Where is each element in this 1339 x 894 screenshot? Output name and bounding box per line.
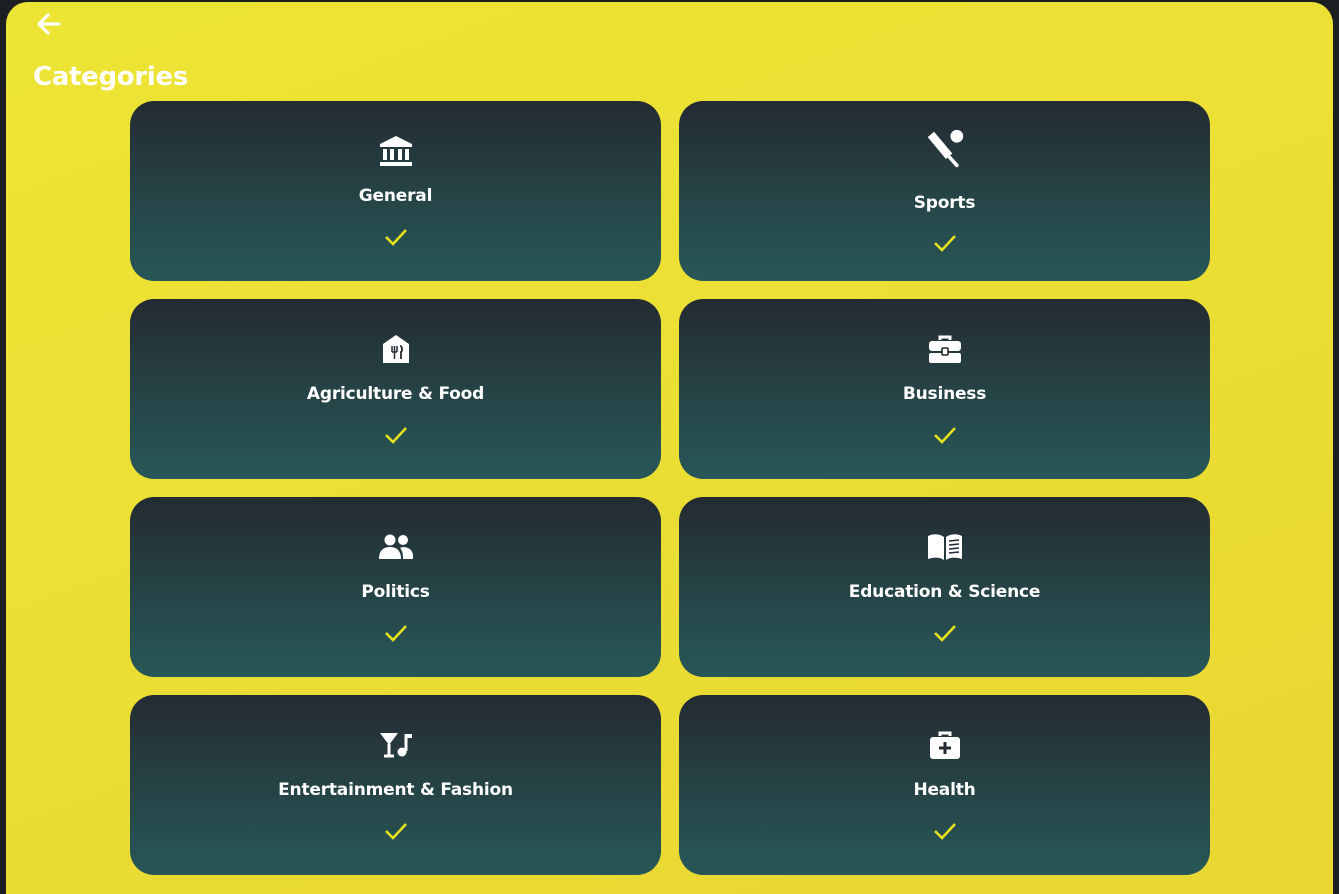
check-icon <box>384 823 407 840</box>
categories-screen: Categories General Sports Agriculture & … <box>6 2 1333 894</box>
check-icon <box>384 229 407 246</box>
category-card-business[interactable]: Business <box>679 299 1210 479</box>
check-icon <box>384 625 407 642</box>
back-button[interactable] <box>32 10 64 38</box>
check-icon <box>933 427 956 444</box>
category-label: Business <box>902 384 987 404</box>
category-card-entertainment-fashion[interactable]: Entertainment & Fashion <box>130 695 661 875</box>
people-icon <box>376 527 416 567</box>
category-card-sports[interactable]: Sports <box>679 101 1210 281</box>
cricket-icon <box>925 129 965 169</box>
check-icon <box>933 823 956 840</box>
category-grid: General Sports Agriculture & Food Busine… <box>130 101 1210 875</box>
cocktail-music-icon <box>376 725 416 765</box>
book-icon <box>925 527 965 567</box>
category-label: Health <box>913 780 976 800</box>
category-label: General <box>358 186 433 206</box>
check-icon <box>933 625 956 642</box>
arrow-left-icon <box>37 13 61 35</box>
check-icon <box>384 427 407 444</box>
page-title: Categories <box>33 62 189 92</box>
check-icon <box>933 235 956 252</box>
category-label: Education & Science <box>848 582 1041 602</box>
category-label: Sports <box>913 193 976 213</box>
food-house-icon <box>376 329 416 369</box>
medical-kit-icon <box>925 725 965 765</box>
category-label: Entertainment & Fashion <box>278 780 513 800</box>
category-card-education-science[interactable]: Education & Science <box>679 497 1210 677</box>
bank-icon <box>376 131 416 171</box>
category-label: Politics <box>361 582 430 602</box>
category-card-health[interactable]: Health <box>679 695 1210 875</box>
category-card-general[interactable]: General <box>130 101 661 281</box>
briefcase-icon <box>925 329 965 369</box>
category-card-politics[interactable]: Politics <box>130 497 661 677</box>
category-label: Agriculture & Food <box>306 384 485 404</box>
category-card-agriculture-food[interactable]: Agriculture & Food <box>130 299 661 479</box>
